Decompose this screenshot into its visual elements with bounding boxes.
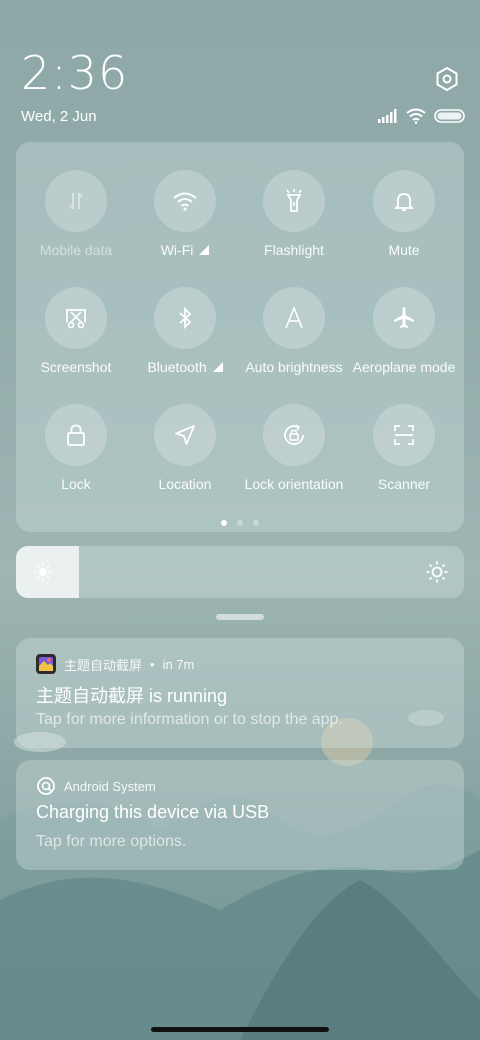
bluetooth-icon (179, 306, 192, 330)
auto-brightness-icon (285, 306, 303, 329)
screenshot-icon (66, 309, 86, 329)
tile-lock-orientation-button[interactable] (263, 404, 325, 466)
tile-scanner[interactable]: Scanner (349, 404, 459, 492)
tile-mobile-data-button[interactable] (45, 170, 107, 232)
android-system-icon (37, 777, 55, 795)
tile-label: Lock orientation (244, 476, 344, 492)
notification-card[interactable]: Android System Charging this device via … (16, 760, 464, 870)
notification-time: in 7m (162, 656, 195, 672)
notification-app-name: Android System (64, 778, 156, 794)
app-icon (36, 654, 56, 674)
notification-app-name: 主题自动截屏 (64, 657, 143, 673)
tile-label: Mute (388, 242, 420, 258)
flashlight-icon (286, 189, 302, 212)
tile-location[interactable]: Location (130, 404, 240, 492)
tile-bluetooth-button[interactable] (154, 287, 216, 349)
tile-label: Scanner (377, 476, 431, 492)
separator-dot: • (150, 656, 155, 672)
tile-scanner-button[interactable] (373, 404, 435, 466)
tile-label: Auto brightness (245, 359, 343, 375)
wifi-icon (173, 192, 197, 211)
page-dot[interactable] (237, 520, 243, 526)
tile-bluetooth[interactable]: Bluetooth (130, 287, 240, 375)
expand-corner-icon[interactable] (212, 362, 223, 372)
notification-header: 主题自动截屏 • in 7m (36, 654, 194, 674)
airplane-icon (394, 307, 414, 328)
date: Wed, 2 Jun (21, 108, 97, 125)
clock: 2:36 (21, 46, 129, 100)
settings-button[interactable] (434, 66, 460, 92)
page-dot[interactable] (253, 520, 259, 526)
brightness-high-icon (426, 561, 448, 583)
tile-auto-brightness[interactable]: Auto brightness (239, 287, 349, 375)
tile-screenshot[interactable]: Screenshot (21, 287, 131, 375)
tile-flashlight[interactable]: Flashlight (239, 170, 349, 258)
notification-card[interactable]: 主题自动截屏 • in 7m 主题自动截屏 is running Tap for… (16, 638, 464, 748)
tile-lock-button[interactable] (45, 404, 107, 466)
signal-icon (378, 109, 397, 123)
wifi-icon (406, 108, 426, 124)
bell-icon (393, 193, 415, 211)
tile-mobile-data[interactable]: Mobile data (21, 170, 131, 258)
tile-location-button[interactable] (154, 404, 216, 466)
tile-label: Screenshot (40, 359, 112, 375)
brightness-low-icon (34, 563, 52, 581)
lock-icon (67, 424, 85, 446)
tile-wifi-button[interactable] (154, 170, 216, 232)
location-icon (175, 425, 195, 445)
notification-body: Tap for more options. (36, 833, 187, 850)
drag-handle[interactable] (216, 614, 264, 620)
tile-flashlight-button[interactable] (263, 170, 325, 232)
tile-lock-orientation[interactable]: Lock orientation (239, 404, 349, 492)
tile-label: Mobile data (39, 242, 113, 258)
tile-label: Lock (61, 476, 91, 492)
tile-wifi[interactable]: Wi-Fi (130, 170, 240, 258)
tile-aeroplane-mode[interactable]: Aeroplane mode (349, 287, 459, 375)
tile-screenshot-button[interactable] (45, 287, 107, 349)
gear-icon (436, 66, 458, 92)
tile-label-row: Wi-Fi (130, 242, 240, 258)
tile-lock[interactable]: Lock (21, 404, 131, 492)
expand-corner-icon[interactable] (199, 245, 210, 255)
page-dot[interactable] (221, 520, 227, 526)
notification-header: Android System (36, 776, 156, 796)
mobile-data-icon (69, 192, 83, 210)
tile-label-row: Bluetooth (130, 359, 240, 375)
battery-icon (434, 109, 465, 123)
notification-title: Charging this device via USB (36, 802, 270, 822)
scanner-icon (394, 425, 414, 445)
tile-label: Aeroplane mode (352, 359, 456, 375)
rotation-lock-icon (284, 424, 304, 445)
gesture-bar[interactable] (151, 1027, 329, 1032)
tile-auto-brightness-button[interactable] (263, 287, 325, 349)
quick-settings-panel: Mobile data Wi-Fi Flashlight Mute Screen… (16, 142, 464, 532)
tile-mute-button[interactable] (373, 170, 435, 232)
tile-mute[interactable]: Mute (349, 170, 459, 258)
tile-label: Location (158, 476, 212, 492)
brightness-slider[interactable] (16, 546, 464, 598)
notification-title: 主题自动截屏 is running (36, 686, 228, 706)
tile-label: Flashlight (264, 242, 324, 258)
notification-body: Tap for more information or to stop the … (36, 711, 343, 728)
tile-aeroplane-mode-button[interactable] (373, 287, 435, 349)
tile-label: Bluetooth (147, 359, 207, 375)
tile-label: Wi-Fi (160, 242, 194, 258)
status-icons (378, 108, 466, 124)
page-indicator (16, 520, 464, 526)
